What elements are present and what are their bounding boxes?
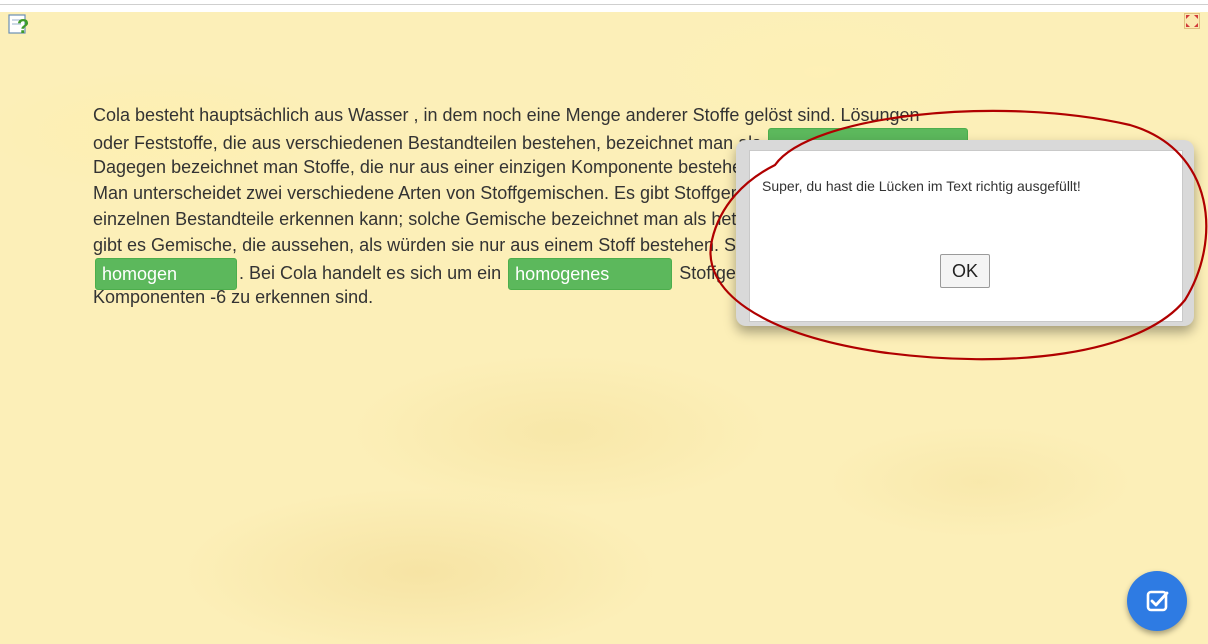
text-segment: Cola besteht hauptsächlich aus Wasser , … [93,105,920,125]
ok-button[interactable]: OK [940,254,990,288]
fullscreen-icon[interactable] [1184,13,1200,29]
text-segment: Komponenten -6 zu erkennen sind. [93,287,374,307]
text-segment: oder Feststoffe, die aus verschiedenen B… [93,132,762,153]
check-icon [1146,590,1169,612]
text-segment: . Bei Cola handelt es sich um ein [239,262,502,283]
text-segment: Dagegen bezeichnet man Stoffe, die nur a… [93,157,786,177]
top-divider [0,4,1208,5]
dialog-message: Super, du hast die Lücken im Text richti… [762,178,1081,194]
text-line: Cola besteht hauptsächlich aus Wasser , … [93,102,1093,128]
svg-text:?: ? [17,16,29,36]
success-dialog: Super, du hast die Lücken im Text richti… [749,150,1183,322]
help-icon[interactable]: ? [8,12,34,38]
check-answers-button[interactable] [1127,571,1187,631]
gap-field-homogenes[interactable]: homogenes [508,258,673,290]
